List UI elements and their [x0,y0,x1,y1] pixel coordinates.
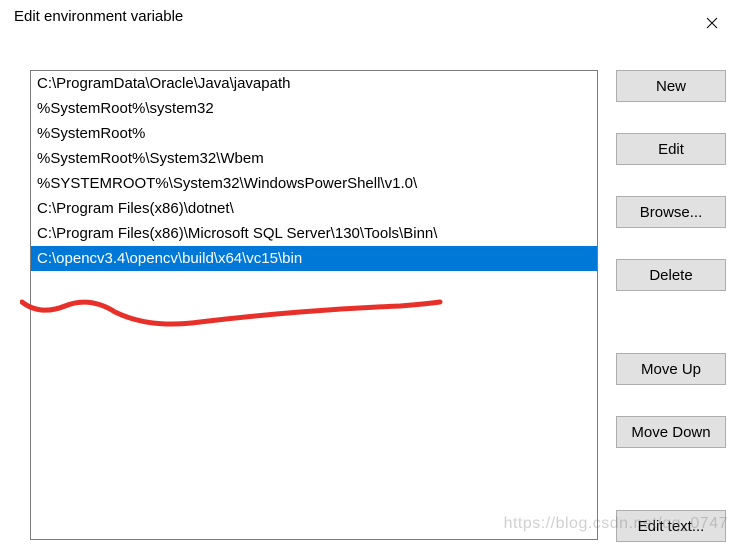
list-item[interactable]: %SystemRoot%\System32\Wbem [31,146,597,171]
move-down-button[interactable]: Move Down [616,416,726,448]
list-item[interactable]: C:\Program Files(x86)\Microsoft SQL Serv… [31,221,597,246]
close-button[interactable] [692,8,732,38]
browse-button[interactable]: Browse... [616,196,726,228]
delete-button[interactable]: Delete [616,259,726,291]
list-item[interactable]: %SYSTEMROOT%\System32\WindowsPowerShell\… [31,171,597,196]
new-button[interactable]: New [616,70,726,102]
list-item[interactable]: C:\ProgramData\Oracle\Java\javapath [31,71,597,96]
list-item[interactable]: %SystemRoot% [31,121,597,146]
move-up-button[interactable]: Move Up [616,353,726,385]
path-listbox[interactable]: C:\ProgramData\Oracle\Java\javapath%Syst… [30,70,598,540]
list-item[interactable]: C:\Program Files(x86)\dotnet\ [31,196,597,221]
button-sidebar: New Edit Browse... Delete Move Up Move D… [616,70,726,542]
edit-button[interactable]: Edit [616,133,726,165]
dialog-title: Edit environment variable [14,8,183,25]
titlebar: Edit environment variable [0,0,746,40]
list-item[interactable]: C:\opencv3.4\opencv\build\x64\vc15\bin [31,246,597,271]
close-icon [706,17,718,29]
list-item[interactable]: %SystemRoot%\system32 [31,96,597,121]
dialog-content: C:\ProgramData\Oracle\Java\javapath%Syst… [0,40,746,542]
watermark-text: https://blog.csdn.net/qq_0747 [504,515,728,533]
